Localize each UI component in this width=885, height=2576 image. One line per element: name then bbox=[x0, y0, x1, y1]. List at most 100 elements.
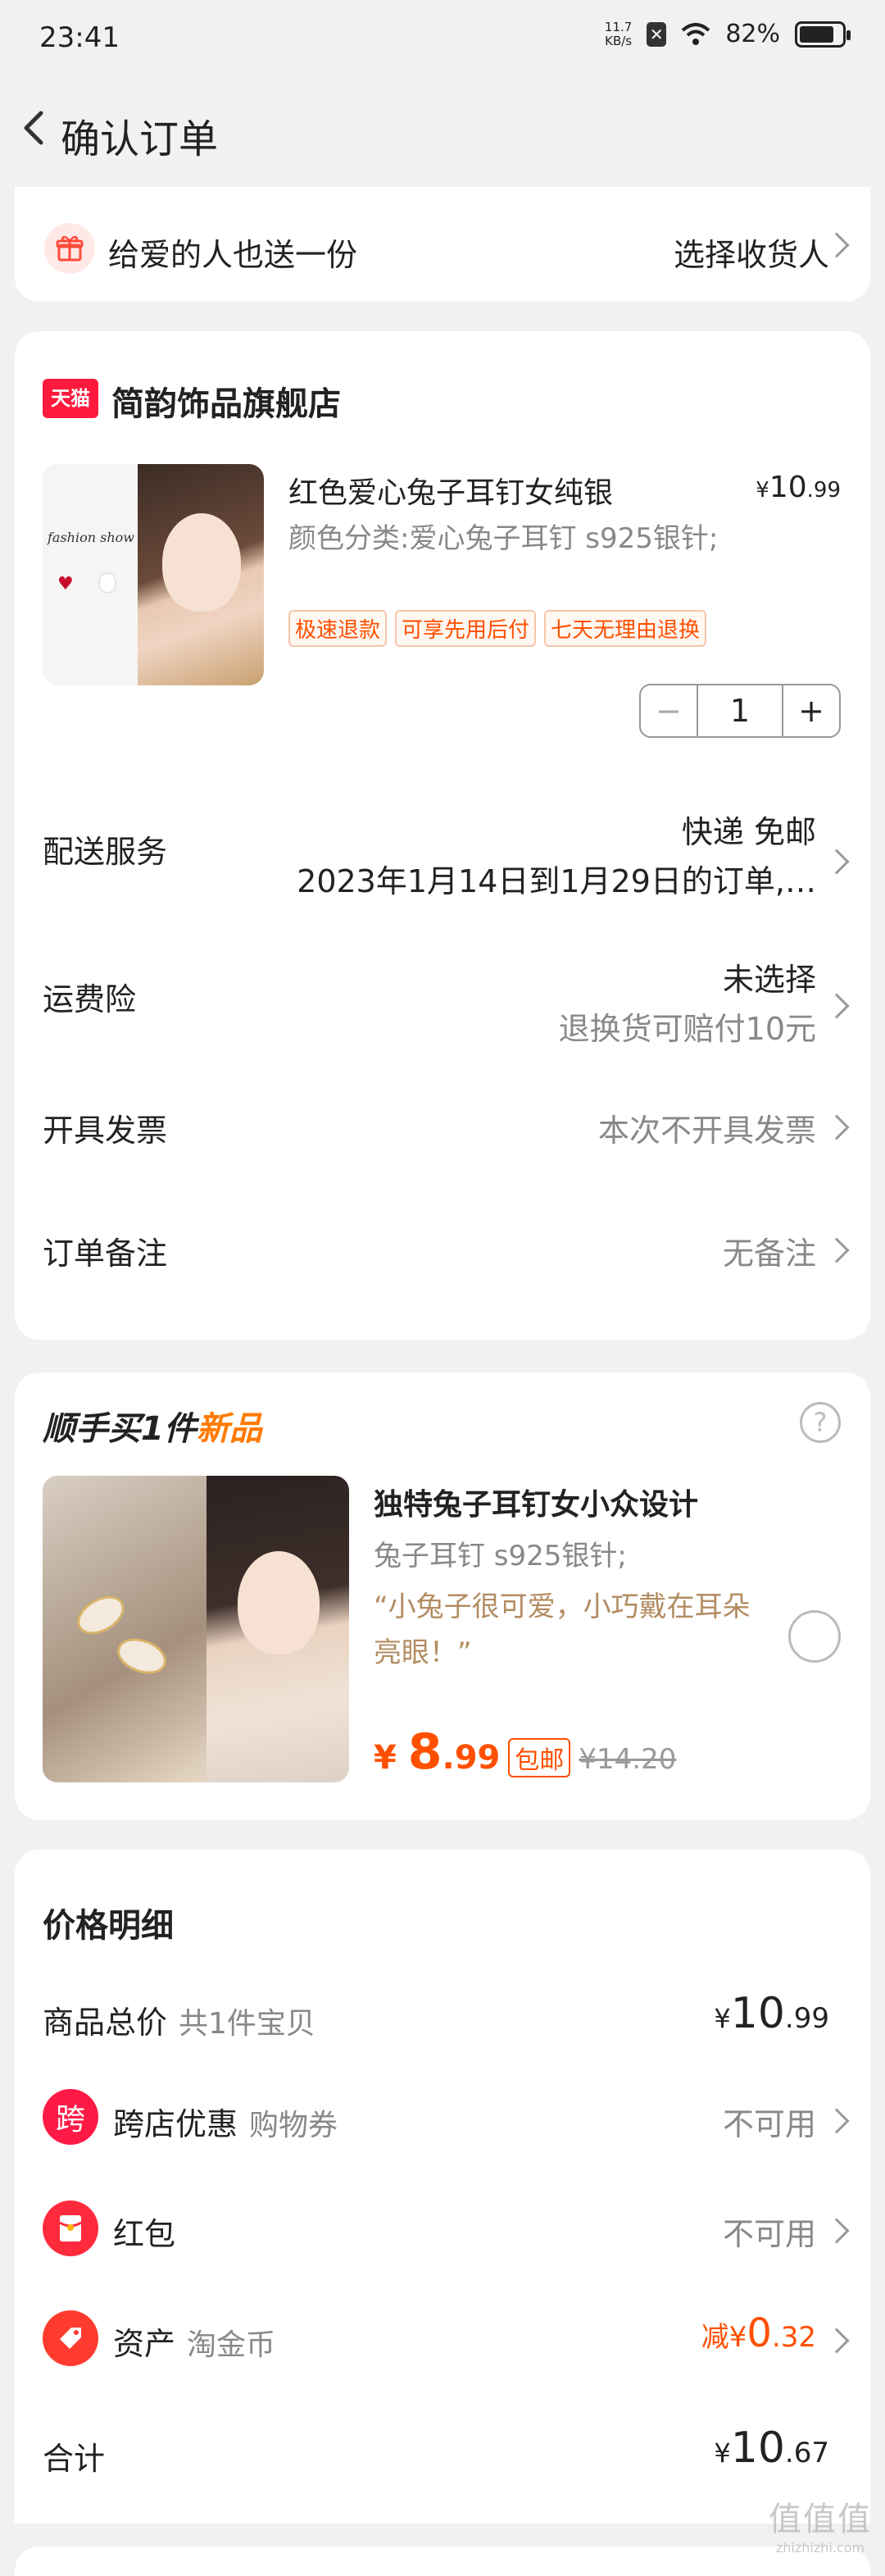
network-speed-value: 11.7 bbox=[604, 19, 633, 34]
chevron-right-icon bbox=[824, 1237, 850, 1263]
goods-count: 共1件宝贝 bbox=[179, 2007, 315, 2041]
tag-fast-refund: 极速退款 bbox=[288, 610, 388, 647]
addon-select-radio[interactable] bbox=[788, 1610, 841, 1663]
goods-symbol: ¥ bbox=[714, 2003, 731, 2034]
remark-label: 订单备注 bbox=[43, 1236, 168, 1272]
addon-header: 顺手买1件新品 bbox=[43, 1402, 262, 1450]
goods-total-price: ¥10.99 bbox=[714, 1989, 829, 2038]
battery-icon bbox=[795, 20, 851, 48]
product-image-text: fashion show bbox=[48, 530, 134, 545]
status-bar: 23:41 11.7 KB/s ✕ 82% bbox=[0, 0, 885, 82]
addon-review-quote: “小兔子很可爱，小巧戴在耳朵亮眼！” bbox=[374, 1591, 751, 1669]
back-arrow-icon[interactable] bbox=[11, 103, 61, 152]
addon-price-int: 8 bbox=[407, 1723, 442, 1781]
battery-percent: 82% bbox=[725, 20, 780, 48]
decrease-button[interactable]: − bbox=[641, 685, 698, 736]
chevron-right-icon bbox=[824, 2328, 850, 2354]
total-int: 10 bbox=[730, 2424, 785, 2473]
product-image[interactable]: fashion show ♥ bbox=[43, 464, 264, 685]
chevron-right-icon bbox=[824, 993, 850, 1019]
delivery-method: 快递 免邮 bbox=[681, 814, 816, 850]
cross-store-icon: 跨 bbox=[43, 2089, 98, 2145]
tmall-logo: 天猫 bbox=[43, 379, 98, 418]
quantity-stepper: − 1 + bbox=[639, 684, 841, 738]
total-label: 合计 bbox=[43, 2441, 106, 2477]
tag-icon bbox=[43, 2310, 98, 2366]
chevron-right-icon bbox=[824, 1114, 850, 1140]
chevron-right-icon bbox=[824, 849, 850, 875]
asset-label: 资产 淘金币 bbox=[113, 2319, 275, 2364]
status-icons: 11.7 KB/s ✕ 82% bbox=[605, 20, 851, 48]
insurance-label: 运费险 bbox=[43, 981, 137, 1017]
addon-title[interactable]: 独特兔子耳钉女小众设计 bbox=[374, 1481, 698, 1523]
insurance-desc: 退换货可赔付10元 bbox=[558, 1011, 816, 1047]
original-price: ¥14.20 bbox=[579, 1743, 677, 1776]
delivery-label: 配送服务 bbox=[43, 834, 168, 870]
addon-product-image[interactable] bbox=[43, 1476, 349, 1782]
red-packet-icon bbox=[43, 2201, 98, 2256]
addon-new-tag: 新品 bbox=[196, 1410, 262, 1448]
select-recipient-link[interactable]: 选择收货人 bbox=[674, 230, 829, 275]
increase-button[interactable]: + bbox=[782, 685, 839, 736]
heart-earring-icon: ♥ bbox=[57, 574, 74, 594]
watermark: 值值值 zhizhizhi.com bbox=[760, 2492, 880, 2556]
store-name[interactable]: 简韵饰品旗舰店 bbox=[111, 377, 341, 425]
goods-dec: .99 bbox=[784, 2002, 829, 2035]
chevron-right-icon bbox=[824, 2218, 850, 2244]
page-title: 确认订单 bbox=[61, 116, 219, 162]
cross-store-value: 不可用 bbox=[722, 2106, 816, 2142]
store-order-card: 天猫 简韵饰品旗舰店 fashion show ♥ 红色爱心兔子耳钉女纯银 ¥1… bbox=[15, 331, 870, 1340]
total-dec: .67 bbox=[784, 2437, 829, 2469]
remark-value: 无备注 bbox=[722, 1236, 816, 1272]
help-icon[interactable]: ? bbox=[800, 1402, 841, 1443]
addon-price-symbol: ¥ bbox=[374, 1739, 397, 1777]
product-title[interactable]: 红色爱心兔子耳钉女纯银 bbox=[288, 469, 613, 512]
asset-dec: .32 bbox=[771, 2321, 816, 2354]
price-dec: .99 bbox=[806, 478, 841, 503]
insurance-status: 未选择 bbox=[722, 962, 816, 998]
goods-int: 10 bbox=[730, 1989, 785, 2038]
watermark-url: zhizhizhi.com bbox=[775, 2540, 865, 2556]
service-tags: 极速退款 可享先用后付 七天无理由退换 bbox=[288, 610, 707, 647]
price-detail-title: 价格明细 bbox=[43, 1907, 174, 1945]
invoice-label: 开具发票 bbox=[43, 1113, 168, 1149]
product-spec[interactable]: 颜色分类:爱心兔子耳钉 s925银针; bbox=[288, 517, 747, 561]
red-packet-value: 不可用 bbox=[722, 2216, 816, 2252]
gift-text: 给爱的人也送一份 bbox=[108, 237, 358, 273]
gift-send-row[interactable]: 给爱的人也送一份 选择收货人 bbox=[15, 187, 870, 302]
price-symbol: ¥ bbox=[756, 478, 769, 503]
cross-store-sub: 购物券 bbox=[249, 2109, 338, 2142]
next-card-edge bbox=[15, 2546, 870, 2576]
chevron-right-icon bbox=[824, 2108, 850, 2134]
invoice-value: 本次不开具发票 bbox=[597, 1113, 816, 1149]
asset-prefix: 减¥ bbox=[701, 2321, 747, 2354]
free-shipping-badge: 包邮 bbox=[508, 1738, 571, 1777]
cross-store-label: 跨店优惠 购物券 bbox=[113, 2099, 338, 2144]
quantity-value[interactable]: 1 bbox=[698, 685, 782, 736]
nav-bar: 确认订单 bbox=[0, 82, 885, 180]
addon-recommend-card: 顺手买1件新品 ? 独特兔子耳钉女小众设计 兔子耳钉 s925银针; “小兔子很… bbox=[15, 1372, 870, 1820]
bunny-earring-icon bbox=[100, 574, 115, 592]
tag-pay-later: 可享先用后付 bbox=[395, 610, 537, 647]
red-packet-label: 红包 bbox=[113, 2216, 176, 2252]
price-int: 10 bbox=[769, 471, 807, 504]
network-speed-unit: KB/s bbox=[605, 33, 633, 48]
wifi-icon bbox=[681, 22, 710, 45]
goods-total-label: 商品总价 共1件宝贝 bbox=[43, 1997, 315, 2042]
addon-price: ¥ 8.99 包邮 ¥14.20 bbox=[374, 1723, 676, 1781]
delivery-date: 2023年1月14日到1月29日的订单,… bbox=[297, 863, 816, 899]
asset-sub: 淘金币 bbox=[187, 2328, 276, 2362]
gift-icon bbox=[44, 223, 95, 274]
tag-7day-return: 七天无理由退换 bbox=[544, 610, 707, 647]
cross-store-text: 跨店优惠 bbox=[113, 2106, 238, 2142]
addon-price-value: ¥ 8.99 bbox=[374, 1723, 500, 1781]
watermark-logo: 值值值 bbox=[769, 2501, 872, 2538]
network-speed: 11.7 KB/s bbox=[605, 20, 632, 48]
goods-total-text: 商品总价 bbox=[43, 2005, 168, 2041]
asset-deduction: 减¥0.32 bbox=[701, 2310, 816, 2356]
price-detail-card: 价格明细 商品总价 共1件宝贝 ¥10.99 跨 跨店优惠 购物券 不可用 红包 不… bbox=[15, 1850, 870, 2524]
asset-text: 资产 bbox=[113, 2326, 176, 2362]
notification-x-icon: ✕ bbox=[647, 21, 667, 47]
status-time: 23:41 bbox=[39, 21, 120, 54]
product-price: ¥10.99 bbox=[756, 471, 841, 504]
